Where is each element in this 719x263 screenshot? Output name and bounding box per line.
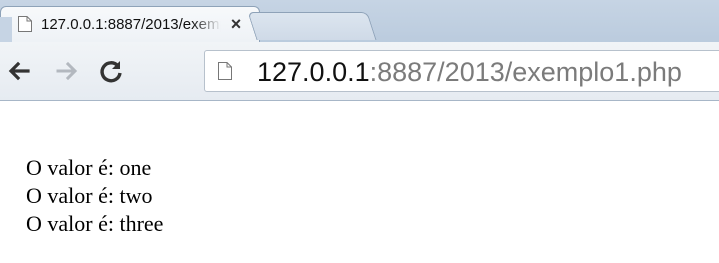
browser-toolbar: 127.0.0.1:8887/2013/exemplo1.php xyxy=(0,42,719,101)
url-text: 127.0.0.1:8887/2013/exemplo1.php xyxy=(257,57,682,87)
address-bar[interactable]: 127.0.0.1:8887/2013/exemplo1.php xyxy=(204,50,719,92)
reload-icon[interactable] xyxy=(96,56,126,86)
tab-active[interactable]: 127.0.0.1:8887/2013/exemplo1.php × xyxy=(0,6,260,45)
new-tab-button[interactable] xyxy=(247,12,377,40)
forward-arrow-icon[interactable] xyxy=(52,56,82,86)
tab-title: 127.0.0.1:8887/2013/exemplo1.php xyxy=(41,16,221,33)
page-content: O valor é: one O valor é: two O valor é:… xyxy=(26,154,163,238)
page-icon xyxy=(217,61,233,81)
output-line: O valor é: one xyxy=(26,155,152,180)
close-icon[interactable]: × xyxy=(227,15,245,33)
page-icon xyxy=(17,15,33,33)
url-host: 127.0.0.1 xyxy=(257,57,370,87)
output-line: O valor é: three xyxy=(26,211,164,236)
back-arrow-icon[interactable] xyxy=(4,56,34,86)
output-line: O valor é: two xyxy=(26,183,153,208)
url-path: :8887/2013/exemplo1.php xyxy=(369,57,682,87)
